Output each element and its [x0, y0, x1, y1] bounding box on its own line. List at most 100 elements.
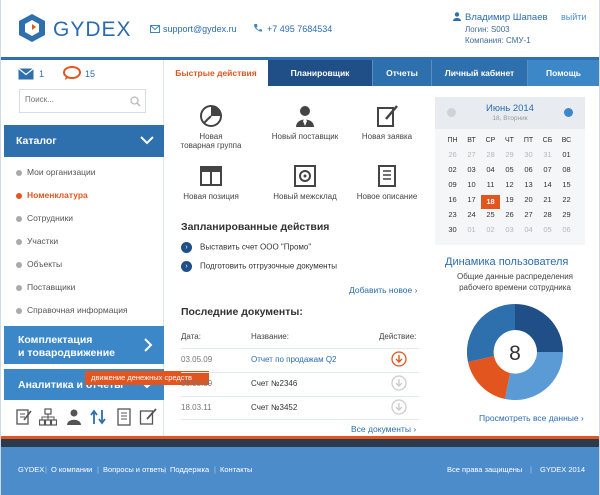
support-phone-link[interactable]: +7 495 7684534 [267, 24, 332, 34]
doc-name-link[interactable]: Счет №2346 [251, 379, 297, 388]
calendar-day[interactable]: 26 [443, 150, 462, 159]
calendar-day[interactable]: 27 [462, 150, 481, 159]
catalog-section-header[interactable]: Каталог [4, 125, 164, 157]
footer-link-faq[interactable]: Вопросы и ответы [103, 465, 166, 474]
footer-link-gydex[interactable]: GYDEX [18, 465, 44, 474]
doc-name-link[interactable]: Отчет по продажам Q2 [251, 355, 337, 364]
calendar-day[interactable]: 09 [443, 180, 462, 189]
calendar-day[interactable]: 01 [462, 225, 481, 234]
all-documents-link[interactable]: Все документы › [351, 424, 416, 434]
new-position-action[interactable]: Новая позиция [170, 164, 252, 201]
search-input[interactable] [25, 95, 125, 104]
calendar-day[interactable]: 12 [500, 180, 519, 189]
calendar-day[interactable]: 03 [462, 165, 481, 174]
calendar-day[interactable]: 21 [538, 195, 557, 204]
calendar-day[interactable]: 29 [557, 210, 576, 219]
download-icon[interactable] [391, 399, 407, 415]
calendar-day[interactable]: 14 [538, 180, 557, 189]
calendar-day[interactable]: 01 [557, 150, 576, 159]
tab-help[interactable]: Помощь [527, 60, 599, 86]
document-list-icon[interactable] [115, 408, 133, 426]
transfer-arrows-icon[interactable] [89, 408, 107, 426]
calendar-day[interactable]: 15 [557, 180, 576, 189]
calendar-day[interactable]: 16 [443, 195, 462, 204]
calendar-day[interactable]: 20 [519, 195, 538, 204]
calendar-day[interactable]: 11 [481, 180, 500, 189]
calendar-day[interactable]: 29 [500, 150, 519, 159]
tab-quick-actions[interactable]: Быстрые действия [164, 60, 268, 86]
sidebar-item-objects[interactable]: Объекты [27, 259, 62, 269]
calendar-day[interactable]: 17 [462, 195, 481, 204]
user-name: Владимир Шапаев [465, 12, 548, 23]
logout-link[interactable]: выйти [561, 12, 586, 22]
messages-icon[interactable] [18, 68, 34, 80]
tab-planner[interactable]: Планировщик [268, 60, 372, 86]
planned-item[interactable]: › Выставить счет ООО "Промо" [181, 242, 311, 253]
calendar-day[interactable]: 28 [481, 150, 500, 159]
logo-icon [19, 14, 45, 42]
calendar-day[interactable]: 05 [538, 225, 557, 234]
user-icon [453, 12, 461, 21]
footer-link-about[interactable]: О компании [51, 465, 92, 474]
calendar-day[interactable]: 25 [481, 210, 500, 219]
sidebar-item-employees[interactable]: Сотрудники [27, 213, 73, 223]
completion-section-header[interactable]: Комплектация и товародвижение [4, 326, 164, 364]
calendar-day[interactable]: 24 [462, 210, 481, 219]
calendar-day[interactable]: 30 [443, 225, 462, 234]
new-description-action[interactable]: Новое описание [346, 164, 428, 201]
see-all-data-link[interactable]: Просмотреть все данные › [479, 413, 584, 423]
calendar-day[interactable]: 27 [519, 210, 538, 219]
download-icon[interactable] [391, 351, 407, 367]
doc-name-link[interactable]: Счет №3452 [251, 403, 297, 412]
calendar-day[interactable]: 02 [481, 225, 500, 234]
new-interwarehouse-action[interactable]: Новый межсклад [259, 164, 351, 201]
footer-rights: Все права защищены [447, 465, 523, 474]
calendar-day[interactable]: 22 [557, 195, 576, 204]
planned-item[interactable]: › Подготовить отгрузочные документы [181, 261, 337, 272]
edit-icon[interactable] [15, 408, 33, 426]
next-month-icon[interactable] [564, 108, 573, 117]
download-icon[interactable] [391, 375, 407, 391]
calendar-day[interactable]: 31 [538, 150, 557, 159]
calendar-day[interactable]: 02 [443, 165, 462, 174]
sidebar-item-my-organizations[interactable]: Мои организации [27, 167, 96, 177]
calendar-day[interactable]: 30 [519, 150, 538, 159]
calendar-day[interactable]: 19 [500, 195, 519, 204]
new-product-group-action[interactable]: Новая товарная группа [170, 104, 252, 150]
comments-icon[interactable] [63, 66, 81, 81]
calendar-day[interactable]: 28 [538, 210, 557, 219]
messages-count: 1 [39, 69, 45, 79]
new-request-action[interactable]: Новая заявка [346, 104, 428, 141]
new-supplier-action[interactable]: Новый поставщик [259, 104, 351, 141]
calendar-day[interactable]: 04 [481, 165, 500, 174]
calendar-day[interactable]: 05 [500, 165, 519, 174]
calendar-day[interactable]: 06 [557, 225, 576, 234]
edit-document-icon[interactable] [139, 408, 157, 426]
calendar-day[interactable]: 07 [538, 165, 557, 174]
calendar-day[interactable]: 06 [519, 165, 538, 174]
person-icon[interactable] [65, 408, 83, 426]
calendar-day[interactable]: 26 [500, 210, 519, 219]
action-label: Новый поставщик [271, 132, 339, 141]
calendar-day[interactable]: 08 [557, 165, 576, 174]
support-email-link[interactable]: support@gydex.ru [163, 24, 237, 34]
calendar-day[interactable]: 10 [462, 180, 481, 189]
calendar-day[interactable]: 04 [519, 225, 538, 234]
tab-personal-account[interactable]: Личный кабинет [431, 60, 527, 86]
sidebar-item-reference-info[interactable]: Справочная информация [27, 305, 128, 315]
sidebar-item-sites[interactable]: Участки [27, 236, 58, 246]
calendar-day[interactable]: 23 [443, 210, 462, 219]
tab-reports[interactable]: Отчеты [372, 60, 431, 86]
sidebar-item-nomenclature[interactable]: Номенклатура [27, 190, 88, 200]
logo-text: GYDEX [53, 18, 132, 41]
calendar-day[interactable]: 03 [500, 225, 519, 234]
calendar-day[interactable]: 13 [519, 180, 538, 189]
search-icon[interactable] [130, 96, 141, 107]
footer-separator: | [97, 465, 99, 474]
footer-link-contacts[interactable]: Контакты [220, 465, 252, 474]
footer-link-support[interactable]: Поддержка [170, 465, 209, 474]
calendar-day[interactable]: 18 [481, 195, 500, 209]
add-new-link[interactable]: Добавить новое › [349, 285, 417, 295]
sidebar-item-suppliers[interactable]: Поставщики [27, 282, 75, 292]
hierarchy-icon[interactable] [39, 408, 57, 426]
